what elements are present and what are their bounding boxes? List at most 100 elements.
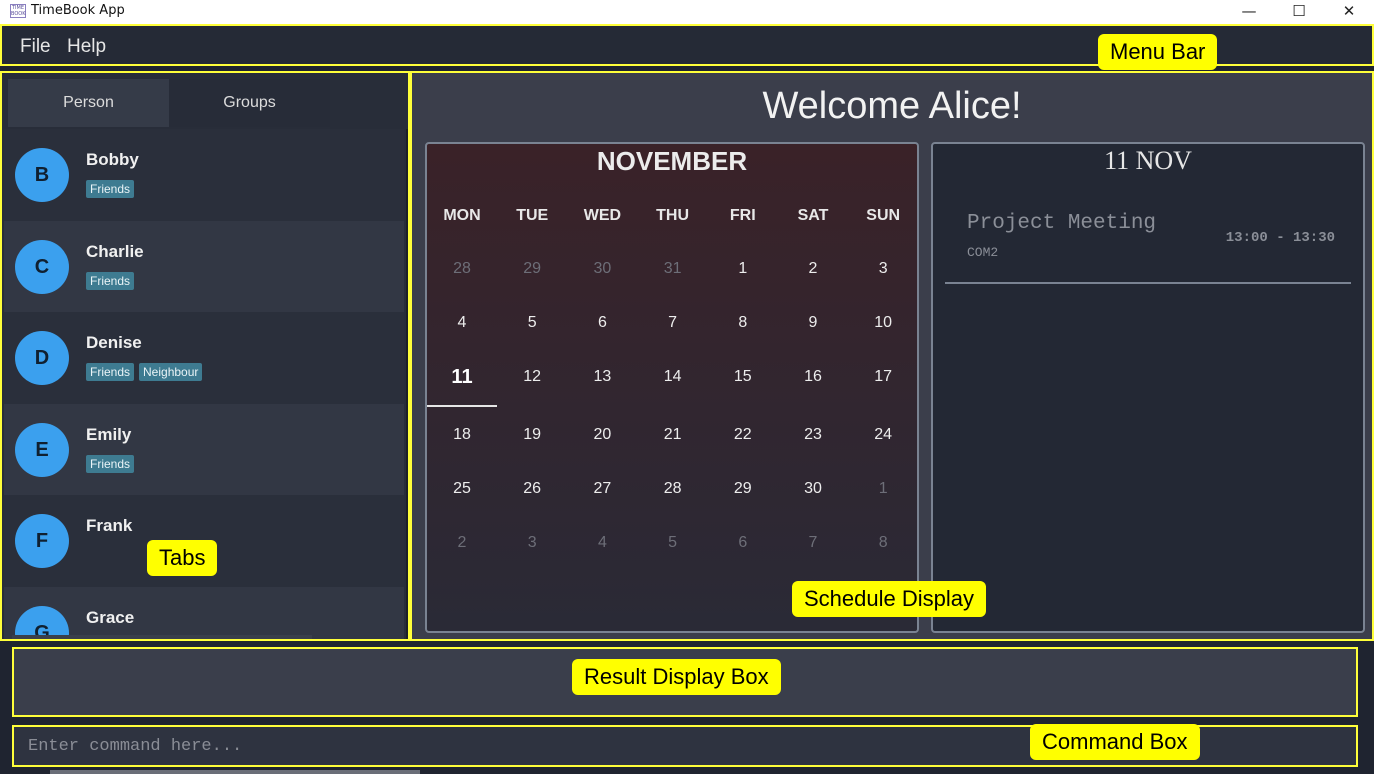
calendar-day[interactable]: 13 [567, 368, 637, 386]
tag-badge: Friends [86, 180, 135, 198]
calendar-day[interactable]: 8 [708, 314, 778, 332]
calendar-day[interactable]: 5 [497, 314, 567, 332]
calendar-day-today[interactable]: 11 [427, 366, 497, 389]
tab-groups[interactable]: Groups [169, 79, 330, 127]
person-name: Charlie [86, 241, 144, 261]
avatar: F [15, 514, 69, 569]
callout-result-display-box: Result Display Box [572, 659, 781, 695]
calendar-day[interactable]: 28 [427, 260, 497, 278]
calendar-day[interactable]: 29 [497, 260, 567, 278]
calendar-day[interactable]: 22 [708, 426, 778, 444]
menu-file[interactable]: File [20, 36, 51, 58]
person-card[interactable]: E Emily Friends [4, 403, 404, 496]
person-list-hscrollbar[interactable] [12, 635, 312, 639]
day-schedule: 11 NOV Project Meeting COM2 13:00 - 13:3… [931, 142, 1365, 633]
close-button[interactable]: ✕ [1326, 0, 1372, 24]
welcome-heading: Welcome Alice! [762, 85, 1022, 127]
weekday-header: THU [656, 207, 690, 224]
weekday-header: SAT [797, 207, 829, 224]
window-titlebar: TIME BOOK TimeBook App — ☐ ✕ [0, 0, 1374, 24]
calendar-grid: MON TUE WED THU FRI SAT SUN 28 29 30 31 1 2 3 4 5 6 7 8 9 10… [427, 144, 917, 604]
calendar-day[interactable]: 1 [708, 260, 778, 278]
callout-command-box: Command Box [1030, 724, 1200, 760]
calendar-day[interactable]: 16 [778, 368, 848, 386]
calendar-day[interactable]: 17 [848, 368, 917, 386]
calendar-day[interactable]: 6 [567, 314, 637, 332]
calendar-day[interactable]: 23 [778, 426, 848, 444]
person-tags: Friends [86, 271, 139, 290]
calendar-day[interactable]: 4 [427, 314, 497, 332]
weekday-header: WED [583, 207, 622, 224]
person-tags: Friends [86, 454, 139, 473]
calendar-day[interactable]: 15 [708, 368, 778, 386]
tag-badge: Neighbour [139, 363, 203, 382]
calendar-day[interactable]: 18 [427, 426, 497, 444]
app-logo-icon: TIME BOOK [10, 4, 26, 18]
calendar-day[interactable]: 1 [848, 480, 917, 498]
person-name: Emily [86, 424, 132, 444]
weekday-header: SUN [866, 207, 901, 224]
tag-badge: Friends [86, 454, 135, 473]
avatar: C [15, 239, 69, 294]
event-title: Project Meeting [967, 212, 1157, 235]
calendar-day[interactable]: 10 [848, 314, 917, 332]
weekday-header: MON [443, 207, 481, 224]
window-bottom-scrollbar[interactable] [50, 770, 420, 774]
avatar: B [15, 148, 69, 202]
person-card[interactable]: B Bobby Friends [4, 129, 404, 221]
minimize-button[interactable]: — [1226, 0, 1272, 24]
weekday-header: FRI [729, 207, 756, 224]
calendar-day[interactable]: 19 [497, 426, 567, 444]
calendar-day[interactable]: 26 [497, 480, 567, 498]
event-time: 13:00 - 13:30 [1225, 230, 1335, 246]
person-tags: Friends Neighbour [86, 363, 207, 382]
calendar-day[interactable]: 3 [848, 260, 917, 278]
weekday-header: TUE [516, 207, 549, 224]
calendar-day[interactable]: 24 [848, 426, 917, 444]
calendar-day[interactable]: 5 [638, 534, 708, 552]
menu-help[interactable]: Help [67, 36, 106, 58]
calendar-day[interactable]: 2 [778, 260, 848, 278]
schedule-date: 11 NOV [1104, 146, 1192, 175]
calendar-day[interactable]: 14 [638, 368, 708, 386]
avatar: D [15, 331, 69, 386]
tag-badge: Friends [86, 271, 135, 290]
event-location: COM2 [967, 245, 999, 260]
person-card[interactable]: C Charlie Friends [4, 220, 404, 313]
calendar-day[interactable]: 20 [567, 426, 637, 444]
window-title: TimeBook App [31, 3, 125, 18]
calendar-day[interactable]: 30 [567, 260, 637, 278]
person-name: Denise [86, 333, 142, 353]
callout-schedule-display: Schedule Display [792, 581, 986, 617]
calendar-day[interactable]: 4 [567, 534, 637, 552]
calendar-day[interactable]: 2 [427, 534, 497, 552]
calendar-day[interactable]: 31 [638, 260, 708, 278]
tag-badge: Friends [86, 363, 135, 382]
person-card[interactable]: G Grace [4, 586, 404, 639]
calendar: NOVEMBER MON TUE WED THU FRI SAT SUN 28 29 30 31 1 2… [425, 142, 919, 633]
person-name: Bobby [86, 150, 139, 169]
calendar-day[interactable]: 25 [427, 480, 497, 498]
person-card[interactable]: D Denise Friends Neighbour [4, 312, 404, 404]
calendar-day[interactable]: 28 [638, 480, 708, 498]
callout-tabs: Tabs [147, 540, 218, 576]
calendar-day[interactable]: 7 [638, 314, 708, 332]
maximize-button[interactable]: ☐ [1276, 0, 1322, 24]
calendar-day[interactable]: 30 [778, 480, 848, 498]
person-name: Frank [86, 516, 133, 536]
person-tags: Friends [86, 180, 139, 198]
calendar-day[interactable]: 29 [708, 480, 778, 498]
calendar-day[interactable]: 7 [778, 534, 848, 552]
calendar-day[interactable]: 9 [778, 314, 848, 332]
avatar: E [15, 422, 69, 477]
calendar-day[interactable]: 12 [497, 368, 567, 386]
schedule-display: Welcome Alice! NOVEMBER MON TUE WED THU FRI S… [410, 71, 1374, 641]
tab-person[interactable]: Person [8, 79, 169, 127]
calendar-day[interactable]: 27 [567, 480, 637, 498]
calendar-day[interactable]: 21 [638, 426, 708, 444]
today-indicator [427, 405, 497, 407]
calendar-day[interactable]: 3 [497, 534, 567, 552]
calendar-day[interactable]: 6 [708, 534, 778, 552]
event-card[interactable]: Project Meeting COM2 13:00 - 13:30 [945, 196, 1351, 284]
calendar-day[interactable]: 8 [848, 534, 917, 552]
